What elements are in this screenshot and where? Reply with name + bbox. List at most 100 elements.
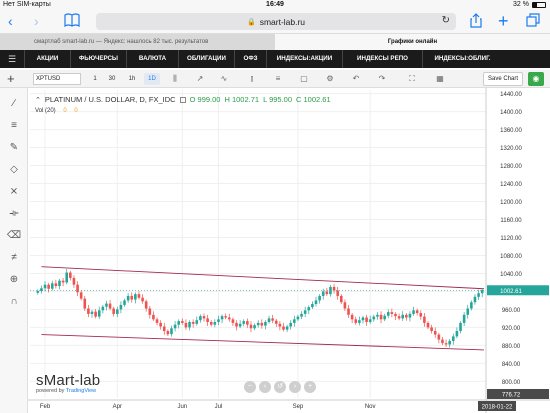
- candle-body: [202, 316, 206, 319]
- candle-body: [170, 328, 173, 335]
- tabs-overview-icon[interactable]: [526, 13, 540, 30]
- candle-body: [354, 319, 358, 323]
- bookmarks-icon[interactable]: [64, 13, 80, 30]
- bar-style-icon[interactable]: ⫼: [167, 73, 183, 85]
- nav-item[interactable]: ОБЛИГАЦИИ: [178, 50, 234, 68]
- nav-item[interactable]: ИНДЕКСЫ:АКЦИИ: [266, 50, 342, 68]
- brand-logo: sMart-lab: [36, 372, 101, 389]
- candle-body: [162, 326, 166, 332]
- trend-line-icon[interactable]: ∕: [6, 96, 22, 112]
- chart-legend: ⌃ PLATINUM / U.S. DOLLAR, D, FX_IDC O 99…: [35, 95, 331, 104]
- candle-body: [130, 295, 134, 300]
- candle-body: [144, 301, 148, 309]
- projection-icon[interactable]: ⨯: [6, 184, 22, 200]
- price-chart[interactable]: 1440.00 1400.00 1360.00 1320.00 1280.00 1240.…: [28, 88, 550, 413]
- nav-item[interactable]: ИНДЕКСЫ:ОБЛИГ.: [422, 50, 502, 68]
- back-icon[interactable]: ‹: [8, 13, 13, 29]
- reset-icon[interactable]: ↺: [274, 381, 286, 393]
- candle-body: [274, 320, 278, 324]
- candle-body: [173, 324, 177, 329]
- chevron-up-icon[interactable]: ⌃: [35, 96, 41, 104]
- layout-icon[interactable]: ▦: [432, 73, 448, 85]
- candle-body: [101, 306, 105, 311]
- camera-icon[interactable]: ◉: [528, 72, 544, 86]
- candle-body: [394, 313, 397, 317]
- nav-item[interactable]: ФЬЮЧЕРСЫ: [70, 50, 126, 68]
- candle-body: [43, 284, 47, 289]
- chart-background: [28, 88, 550, 413]
- low-value: L 995.00: [263, 95, 293, 104]
- new-tab-icon[interactable]: +: [498, 12, 509, 30]
- indicators-icon[interactable]: ∿: [216, 73, 232, 85]
- redo-icon[interactable]: ↷: [374, 73, 390, 85]
- candle-body: [152, 314, 155, 320]
- candle-body: [83, 298, 87, 309]
- candle-body: [376, 314, 379, 317]
- alert-icon[interactable]: ▢: [296, 73, 312, 85]
- nav-item[interactable]: АКЦИИ: [24, 50, 70, 68]
- candle-body: [97, 310, 101, 317]
- candles-icon[interactable]: ⫾: [244, 73, 260, 85]
- candle-body: [379, 314, 383, 320]
- save-chart-button[interactable]: Save Chart: [483, 72, 523, 86]
- chart-svg[interactable]: 1440.00 1400.00 1360.00 1320.00 1280.00 1240.…: [28, 88, 550, 413]
- lock-icon: 🔒: [246, 18, 256, 26]
- zoom-in-icon[interactable]: +: [304, 381, 316, 393]
- price-tick-label: 1360.00: [500, 128, 522, 134]
- candle-body: [155, 319, 159, 323]
- candle-body: [289, 322, 293, 327]
- candle-body: [303, 310, 307, 314]
- tab-yandex[interactable]: смартлаб smart-lab.ru — Яндекс: нашлось …: [0, 34, 287, 50]
- candle-body: [433, 331, 437, 335]
- crosshair-icon[interactable]: +: [7, 71, 15, 86]
- candle-body: [69, 272, 72, 278]
- battery-percent: 32 %: [513, 1, 529, 8]
- candle-body: [108, 303, 112, 309]
- magnet-icon[interactable]: ∩: [6, 294, 22, 310]
- tab-charts[interactable]: Графики онлайн: [275, 34, 550, 50]
- scroll-left-icon[interactable]: ‹: [259, 381, 271, 393]
- nav-item[interactable]: ВАЛЮТА: [126, 50, 178, 68]
- status-bar: Нет SIM-карты 16:49 32 %: [0, 0, 550, 10]
- address-bar[interactable]: 🔒 smart-lab.ru ↻: [96, 13, 456, 30]
- brush-icon[interactable]: ✎: [6, 140, 22, 156]
- measure-icon[interactable]: ⟛: [6, 206, 22, 222]
- candle-body: [115, 309, 119, 314]
- settings-icon[interactable]: ⚙: [322, 73, 338, 85]
- candle-body: [282, 326, 285, 330]
- candle-body: [437, 334, 441, 340]
- eraser-icon[interactable]: ⌫: [6, 228, 22, 244]
- candle-body: [455, 331, 459, 337]
- timeframe-button[interactable]: 1D: [144, 73, 160, 85]
- candle-body: [321, 291, 325, 296]
- candle-body: [191, 322, 195, 324]
- high-value: H 1002.71: [224, 95, 260, 104]
- candle-body: [231, 319, 235, 323]
- zoom-icon[interactable]: ⊕: [6, 272, 22, 288]
- share-icon[interactable]: [470, 13, 482, 31]
- candle-body: [390, 312, 394, 314]
- time-tick-label: Nov: [365, 404, 376, 410]
- timeframe-button[interactable]: 30: [104, 73, 120, 85]
- zoom-out-icon[interactable]: −: [244, 381, 256, 393]
- undo-icon[interactable]: ↶: [348, 73, 364, 85]
- fullscreen-icon[interactable]: ⛶: [404, 73, 420, 85]
- reload-icon[interactable]: ↻: [442, 15, 450, 26]
- symbol-input[interactable]: XPTUSD: [33, 73, 81, 85]
- forward-icon[interactable]: ›: [34, 13, 39, 29]
- candle-body: [72, 277, 76, 285]
- price-tick-label: 880.00: [502, 344, 521, 350]
- candle-body: [227, 317, 231, 320]
- candle-body: [36, 290, 40, 293]
- nav-item[interactable]: ИНДЕКСЫ РЕПО: [342, 50, 422, 68]
- grid-menu-icon[interactable]: ☰: [0, 54, 24, 65]
- compare-icon[interactable]: ↗: [192, 73, 208, 85]
- fib-icon[interactable]: ≡: [6, 118, 22, 134]
- timeframe-button[interactable]: 1: [87, 73, 103, 85]
- nav-item[interactable]: ОФЗ: [234, 50, 266, 68]
- pattern-icon[interactable]: ◇: [6, 162, 22, 178]
- templates-icon[interactable]: ≡: [270, 73, 286, 85]
- ruler-icon[interactable]: ≠: [6, 250, 22, 266]
- timeframe-button[interactable]: 1h: [124, 73, 140, 85]
- scroll-right-icon[interactable]: ›: [289, 381, 301, 393]
